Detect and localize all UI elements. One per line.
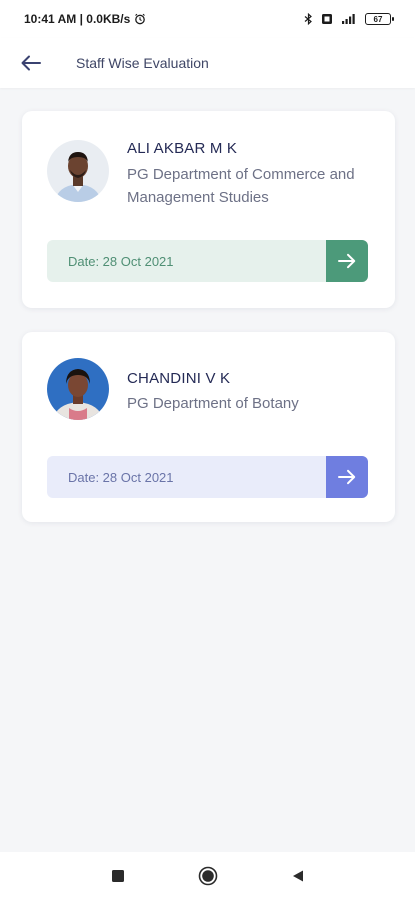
sim-icon <box>321 13 333 25</box>
status-left: 10:41 AM | 0.0KB/s <box>24 12 146 26</box>
battery-icon: 67 <box>365 13 394 25</box>
evaluation-date: Date: 28 Oct 2021 <box>68 253 174 269</box>
arrow-left-icon <box>21 55 41 71</box>
system-nav-bar <box>0 852 415 900</box>
avatar <box>47 358 109 420</box>
recents-button[interactable] <box>106 864 130 888</box>
signal-icon <box>341 13 357 25</box>
staff-department: PG Department of Botany <box>127 395 299 412</box>
home-circle-icon <box>198 866 217 886</box>
recents-square-icon <box>111 870 124 882</box>
status-bar: 10:41 AM | 0.0KB/s 67 <box>0 0 415 38</box>
home-button[interactable] <box>196 864 220 888</box>
back-button[interactable] <box>16 48 46 78</box>
evaluation-date-bar[interactable]: Date: 28 Oct 2021 <box>47 240 368 282</box>
open-evaluation-button[interactable] <box>326 456 368 498</box>
app-bar: Staff Wise Evaluation <box>0 38 415 88</box>
battery-level: 67 <box>373 14 383 24</box>
bluetooth-icon <box>304 13 313 25</box>
evaluation-date-bar[interactable]: Date: 28 Oct 2021 <box>47 456 368 498</box>
arrow-right-icon <box>338 253 356 269</box>
arrow-right-icon <box>338 469 356 485</box>
evaluation-date: Date: 28 Oct 2021 <box>68 469 174 485</box>
page-title: Staff Wise Evaluation <box>76 55 209 71</box>
open-evaluation-button[interactable] <box>326 240 368 282</box>
alarm-icon <box>134 13 146 25</box>
avatar <box>47 140 109 202</box>
staff-name: ALI AKBAR M K <box>127 140 238 157</box>
back-triangle-icon <box>292 870 303 882</box>
back-nav-button[interactable] <box>286 864 310 888</box>
status-time: 10:41 AM | 0.0KB/s <box>24 12 131 26</box>
staff-department: PG Department of Commerce and Management… <box>127 166 355 206</box>
status-right: 67 <box>304 13 394 25</box>
staff-card: ALI AKBAR M K PG Department of Commerce … <box>22 111 395 308</box>
staff-card: CHANDINI V K PG Department of Botany Dat… <box>22 332 395 522</box>
staff-name: CHANDINI V K <box>127 370 231 387</box>
